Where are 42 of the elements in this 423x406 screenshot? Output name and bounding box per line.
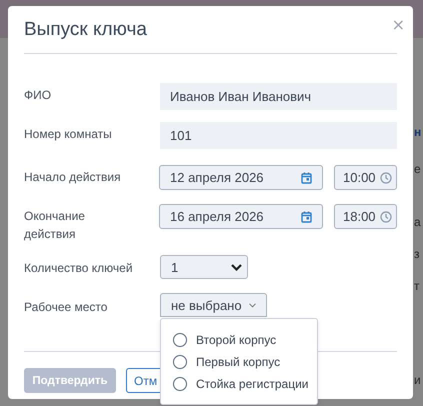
option-label: Стойка регистрации	[196, 376, 308, 390]
date-field[interactable]: 16 апреля 2026	[159, 204, 323, 229]
radio-option[interactable]: Стойка регистрации	[173, 375, 317, 392]
select-value: 1	[171, 260, 178, 274]
background-text: з	[414, 247, 421, 261]
time-value: 10:00	[343, 170, 376, 185]
radio-option[interactable]: Первый корпус	[173, 353, 317, 370]
dialog-title: Выпуск ключа	[24, 18, 147, 42]
radio-button[interactable]	[173, 354, 187, 368]
dropdown-value: не выбрано	[171, 298, 242, 312]
option-label: Первый корпус	[196, 354, 280, 368]
chevron-icon	[248, 302, 256, 308]
background-text: и	[414, 373, 422, 387]
field-label: Рабочее место	[24, 299, 108, 316]
field-label: Начало действия	[24, 169, 122, 186]
background-text: н	[414, 125, 422, 139]
input-field[interactable]: Иванов Иван Иванович	[160, 83, 397, 110]
calendar-icon	[301, 210, 312, 222]
background-text: е	[414, 162, 422, 176]
field-label: Окончание действия	[24, 208, 86, 243]
background-text: т	[414, 279, 420, 293]
background-text: а	[414, 215, 422, 229]
time-value: 18:00	[343, 209, 376, 224]
radio-option[interactable]: Второй корпус	[173, 331, 317, 348]
input-field[interactable]: 101	[160, 122, 397, 149]
field-label: ФИО	[24, 87, 52, 104]
radio-button[interactable]	[173, 332, 187, 346]
time-field[interactable]: 10:00	[334, 165, 397, 190]
clock-icon	[380, 172, 392, 184]
field-label: Количество ключей	[24, 260, 134, 277]
option-label: Второй корпус	[196, 332, 276, 346]
count-select[interactable]: 1	[160, 255, 248, 279]
chevron-icon	[231, 264, 242, 270]
date-field[interactable]: 12 апреля 2026	[159, 165, 323, 190]
field-label: Номер комнаты	[24, 126, 113, 143]
dropdown-button[interactable]: не выбрано	[160, 293, 267, 317]
calendar-icon	[301, 172, 312, 184]
clock-icon	[380, 210, 392, 222]
time-field[interactable]: 18:00	[334, 204, 397, 229]
date-value: 12 апреля 2026	[170, 170, 264, 185]
date-value: 16 апреля 2026	[170, 209, 264, 224]
radio-button[interactable]	[173, 376, 187, 390]
